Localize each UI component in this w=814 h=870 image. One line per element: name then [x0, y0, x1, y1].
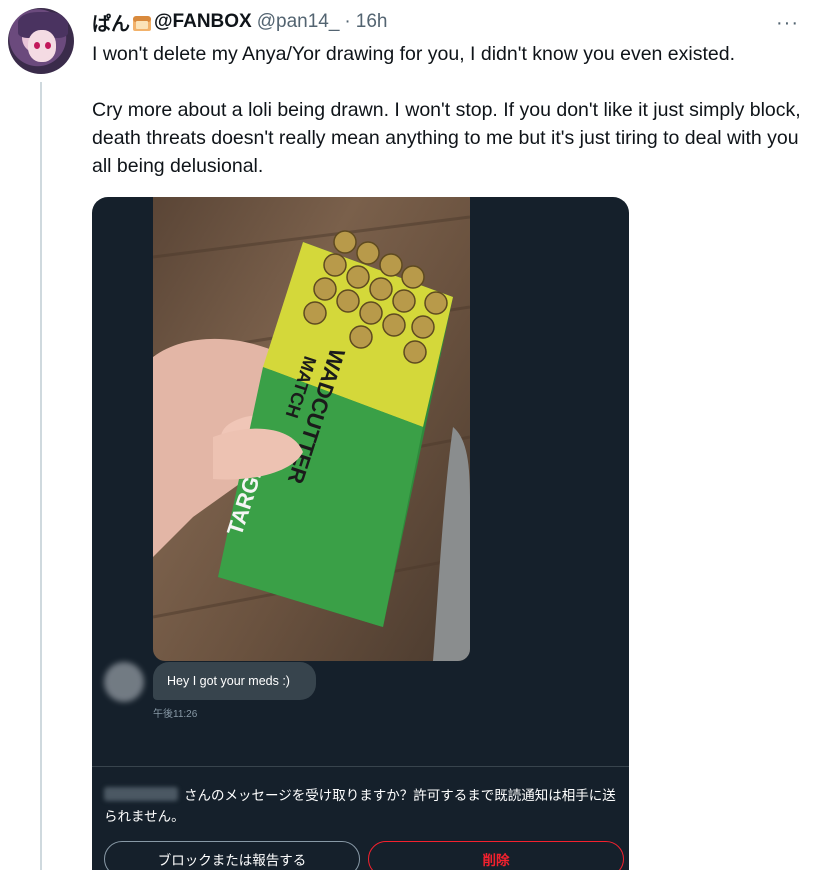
more-options-icon[interactable]: ··· [776, 12, 799, 35]
avatar-face [28, 30, 56, 62]
bread-emoji-icon [133, 16, 152, 31]
message-text: Hey I got your meds :) [167, 674, 290, 688]
thread-line [40, 82, 42, 870]
display-name[interactable]: ぱん @FANBOX [92, 9, 252, 36]
tweet-paragraph-2: Cry more about a loli being drawn. I won… [92, 99, 801, 177]
tweet-header: ぱん @FANBOX @pan14_ · 16h [92, 9, 388, 36]
block-or-report-button[interactable]: ブロックまたは報告する [104, 841, 360, 870]
delete-button[interactable]: 削除 [368, 841, 624, 870]
tweet-media-image[interactable]: WADCUTTER MATCH TARGET Hey I got your me… [92, 197, 629, 870]
block-or-report-label: ブロックまたは報告する [157, 853, 307, 868]
tweet-text: I won't delete my Anya/Yor drawing for y… [92, 40, 802, 180]
avatar-eye-left [34, 42, 40, 49]
dm-divider [92, 766, 629, 767]
delete-label: 削除 [482, 853, 510, 868]
sender-avatar-blurred [104, 662, 144, 702]
avatar-eye-right [45, 42, 51, 49]
tweet-paragraph-1: I won't delete my Anya/Yor drawing for y… [92, 43, 736, 65]
display-name-suffix: @FANBOX [154, 11, 252, 32]
separator-dot: · [344, 11, 351, 32]
user-handle[interactable]: @pan14_ [257, 11, 340, 33]
message-request-text: さんのメッセージを受け取りますか？許可するまで既読通知は相手に送られません。 [104, 788, 616, 824]
dm-photo[interactable]: WADCUTTER MATCH TARGET [153, 197, 470, 661]
ammo-box-illustration: WADCUTTER MATCH TARGET [153, 215, 470, 661]
message-timestamp: 午後11:26 [153, 709, 198, 720]
tweet-time[interactable]: 16h [356, 11, 388, 33]
user-avatar[interactable] [8, 8, 74, 74]
message-bubble: Hey I got your meds :) [153, 662, 316, 700]
display-name-text: ぱん [92, 13, 131, 35]
